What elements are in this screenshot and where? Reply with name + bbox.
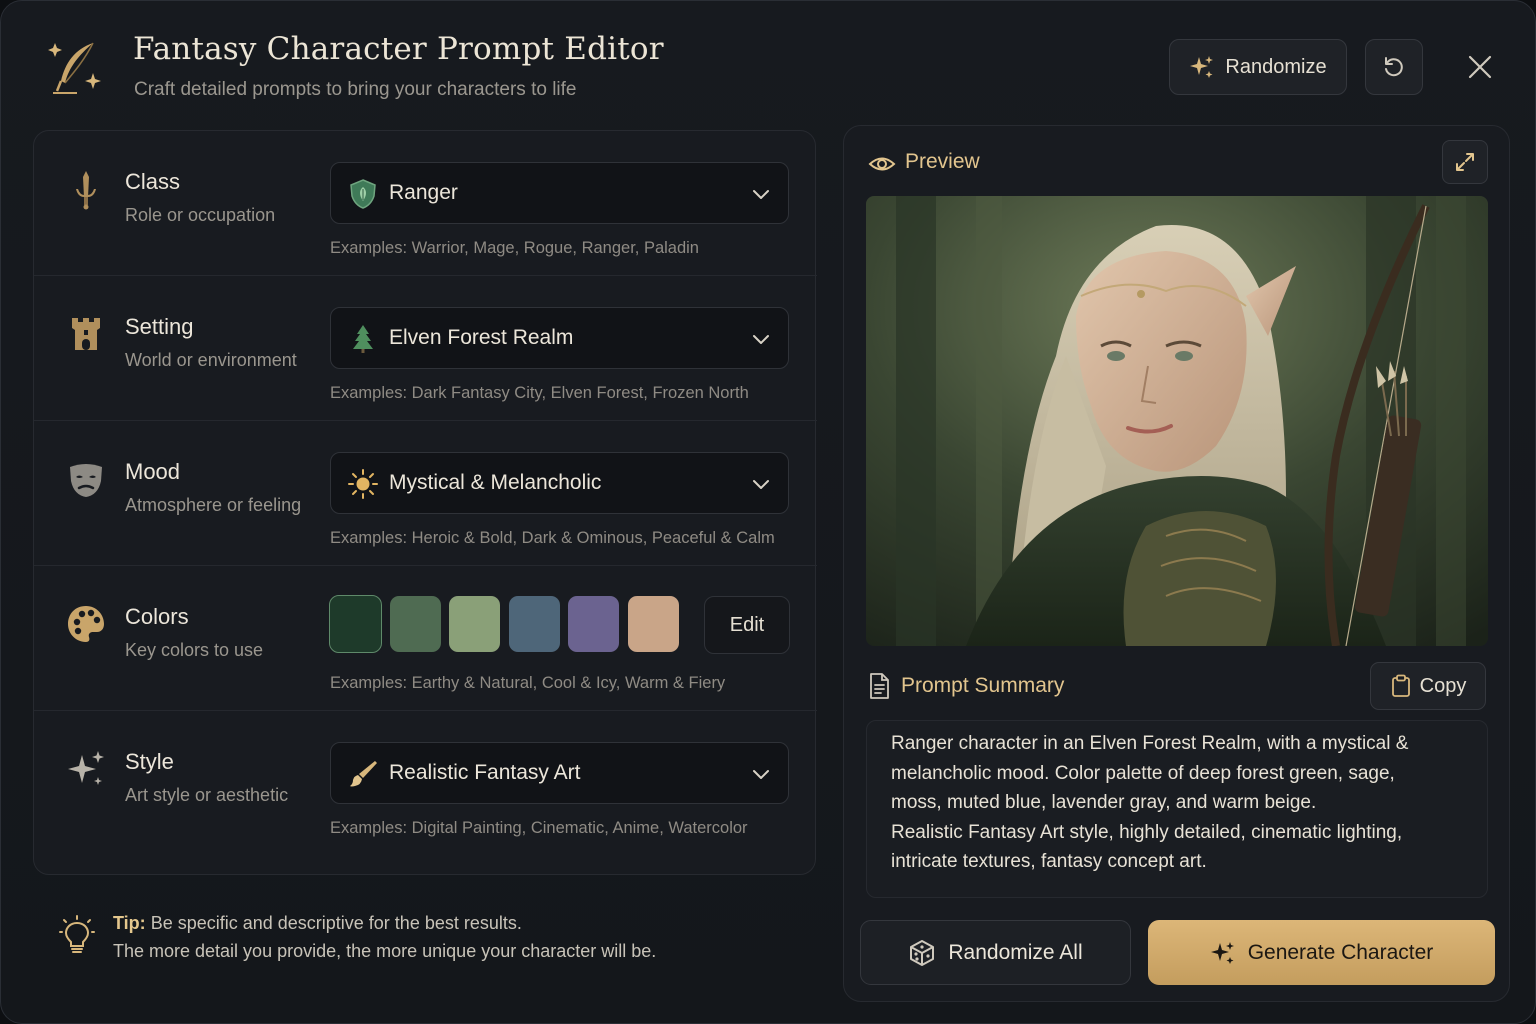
page-subtitle: Craft detailed prompts to bring your cha…	[134, 79, 577, 100]
preview-panel: Preview Prompt Summary Copy Ranger chara…	[843, 125, 1510, 1002]
chevron-down-icon	[753, 335, 769, 344]
tip-label: Tip:	[113, 913, 146, 933]
sparkles-icon	[68, 751, 104, 785]
select-value: Realistic Fantasy Art	[389, 761, 581, 784]
generate-character-button[interactable]: Generate Character	[1148, 920, 1495, 985]
chevron-down-icon	[753, 480, 769, 489]
color-swatch[interactable]	[449, 596, 500, 652]
chevron-down-icon	[753, 190, 769, 199]
tip-text: Be specific and descriptive for the best…	[150, 913, 522, 933]
field-examples: Examples: Dark Fantasy City, Elven Fores…	[330, 384, 749, 402]
class-select[interactable]: Ranger	[330, 162, 789, 224]
prompt-fields-panel: Class Role or occupation Ranger Examples…	[33, 130, 817, 875]
page-title: Fantasy Character Prompt Editor	[133, 31, 664, 67]
undo-icon	[1385, 57, 1403, 77]
paintbrush-icon	[350, 761, 377, 787]
field-examples: Examples: Digital Painting, Cinematic, A…	[330, 819, 748, 837]
mask-icon	[70, 464, 102, 497]
field-colors: Colors Key colors to use Edit Examples: …	[34, 566, 817, 711]
field-examples: Examples: Earthy & Natural, Cool & Icy, …	[330, 674, 726, 692]
field-examples: Examples: Warrior, Mage, Rogue, Ranger, …	[330, 239, 699, 257]
document-icon	[870, 673, 889, 699]
field-setting: Setting World or environment Elven Fores…	[34, 276, 817, 421]
lightbulb-icon	[59, 915, 95, 953]
randomize-all-label: Randomize All	[948, 940, 1083, 964]
mood-select[interactable]: Mystical & Melancholic	[330, 452, 789, 514]
close-button[interactable]	[1453, 41, 1507, 93]
sword-icon	[76, 171, 96, 210]
edit-colors-button[interactable]: Edit	[704, 596, 790, 654]
field-description: Role or occupation	[125, 205, 276, 225]
field-examples: Examples: Heroic & Bold, Dark & Ominous,…	[330, 529, 775, 547]
tip-line-2: The more detail you provide, the more un…	[113, 941, 657, 961]
field-label: Mood	[125, 459, 181, 484]
sun-icon	[348, 469, 378, 499]
randomize-all-button[interactable]: Randomize All	[860, 920, 1131, 985]
preview-title: Preview	[905, 150, 980, 173]
edit-colors-label: Edit	[729, 613, 765, 636]
editor-window: Fantasy Character Prompt Editor Craft de…	[0, 0, 1536, 1024]
prompt-summary-text: Ranger character in an Elven Forest Real…	[891, 733, 1409, 872]
elf-ranger-portrait	[866, 196, 1488, 646]
setting-select[interactable]: Elven Forest Realm	[330, 307, 789, 369]
tip-line-1: Tip: Be specific and descriptive for the…	[113, 913, 522, 934]
field-label: Colors	[125, 604, 189, 629]
field-description: Art style or aesthetic	[125, 785, 289, 805]
field-mood: Mood Atmosphere or feeling Mystical & Me…	[34, 421, 817, 566]
undo-button[interactable]	[1365, 39, 1423, 95]
expand-icon	[1456, 153, 1474, 171]
select-value: Elven Forest Realm	[389, 326, 574, 349]
eye-icon	[868, 157, 896, 171]
chevron-down-icon	[753, 770, 769, 779]
field-label: Setting	[125, 314, 194, 339]
pine-tree-icon	[353, 325, 373, 353]
clipboard-icon	[1391, 674, 1410, 697]
field-description: Atmosphere or feeling	[125, 495, 302, 515]
select-value: Ranger	[389, 181, 458, 204]
copy-button[interactable]: Copy	[1370, 662, 1486, 710]
close-icon	[1468, 55, 1492, 79]
copy-button-label: Copy	[1419, 674, 1467, 697]
field-class: Class Role or occupation Ranger Examples…	[34, 131, 817, 276]
quill-sparkle-icon	[48, 42, 101, 94]
color-swatch[interactable]	[627, 596, 679, 652]
dice-icon	[910, 939, 935, 966]
sparkle-icon	[1190, 56, 1214, 78]
color-swatch[interactable]	[508, 596, 560, 652]
field-description: Key colors to use	[125, 640, 264, 660]
field-style: Style Art style or aesthetic Realistic F…	[34, 711, 817, 856]
sparkle-icon	[1210, 941, 1234, 964]
randomize-button-label: Randomize	[1225, 55, 1327, 78]
field-label: Class	[125, 169, 181, 194]
palette-icon	[68, 606, 104, 642]
color-swatch[interactable]	[389, 596, 441, 652]
select-value: Mystical & Melancholic	[389, 471, 602, 494]
color-swatch[interactable]	[329, 595, 382, 653]
shield-leaf-icon	[350, 179, 376, 209]
color-swatch[interactable]	[568, 596, 619, 652]
field-description: World or environment	[125, 350, 297, 370]
prompt-summary-box[interactable]: Ranger character in an Elven Forest Real…	[866, 720, 1488, 898]
style-select[interactable]: Realistic Fantasy Art	[330, 742, 789, 804]
field-label: Style	[125, 749, 174, 774]
randomize-button[interactable]: Randomize	[1169, 39, 1347, 95]
generate-character-label: Generate Character	[1247, 940, 1434, 964]
castle-tower-icon	[72, 318, 100, 350]
expand-preview-button[interactable]	[1442, 140, 1488, 184]
prompt-summary-title: Prompt Summary	[901, 674, 1065, 697]
